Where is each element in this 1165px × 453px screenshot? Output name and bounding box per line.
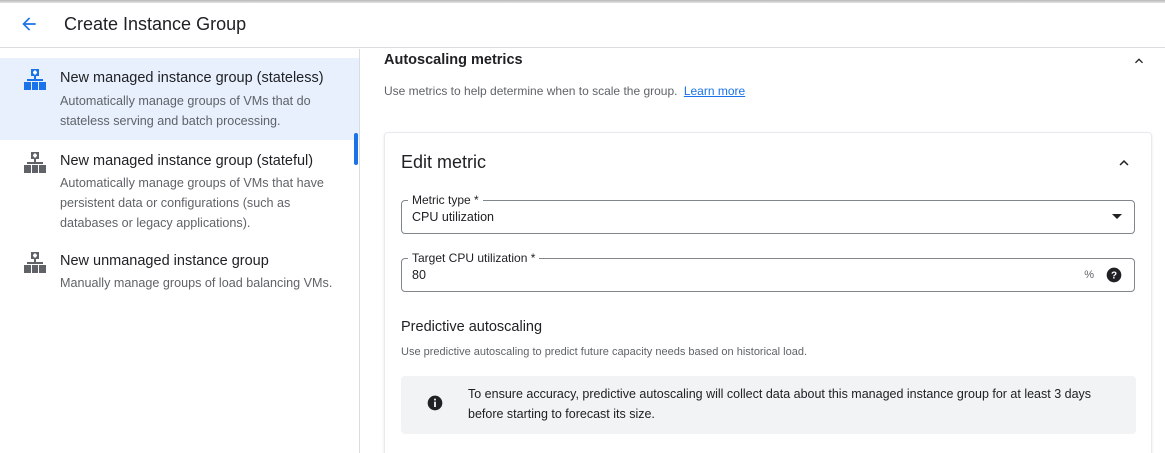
autoscaling-collapse-button[interactable]	[1128, 50, 1150, 72]
sidebar-item-stateful[interactable]: New managed instance group (stateful) Au…	[0, 140, 359, 240]
dropdown-arrow-icon	[1112, 214, 1122, 219]
predictive-autoscaling-description: Use predictive autoscaling to predict fu…	[401, 346, 808, 358]
sidebar-item-description: Automatically manage groups of VMs that …	[60, 94, 311, 128]
sidebar-item-stateless[interactable]: New managed instance group (stateless) A…	[0, 58, 359, 140]
edit-metric-collapse-button[interactable]	[1111, 150, 1137, 176]
percent-unit: %	[1084, 269, 1094, 281]
back-button[interactable]	[14, 9, 44, 39]
autoscaling-description: Use metrics to help determine when to sc…	[384, 84, 745, 98]
sidebar-scroll-indicator[interactable]	[354, 133, 358, 165]
predictive-info-text: To ensure accuracy, predictive autoscali…	[468, 387, 1092, 421]
info-icon	[427, 395, 443, 411]
edit-metric-title: Edit metric	[401, 152, 487, 172]
managed-group-icon	[24, 69, 46, 90]
autoscaling-description-text: Use metrics to help determine when to sc…	[384, 84, 678, 98]
target-cpu-value[interactable]: 80	[412, 268, 426, 282]
sidebar-item-description: Manually manage groups of load balancing…	[60, 276, 333, 290]
metric-type-label: Metric type *	[408, 193, 483, 207]
sidebar-item-title: New unmanaged instance group	[60, 253, 269, 269]
target-cpu-utilization-input[interactable]: Target CPU utilization * 80 % ?	[401, 251, 1135, 292]
page-header: Create Instance Group	[0, 3, 1165, 48]
autoscaling-metrics-title: Autoscaling metrics	[384, 52, 523, 68]
target-cpu-label: Target CPU utilization *	[408, 251, 540, 265]
sidebar-item-unmanaged[interactable]: New unmanaged instance group Manually ma…	[0, 240, 359, 320]
arrow-back-icon	[22, 17, 36, 31]
sidebar-item-description: Automatically manage groups of VMs that …	[60, 176, 324, 230]
learn-more-link[interactable]: Learn more	[684, 84, 745, 98]
metric-type-value: CPU utilization	[412, 210, 494, 224]
metric-type-select[interactable]: Metric type * CPU utilization	[401, 193, 1135, 234]
svg-text:?: ?	[1111, 270, 1117, 281]
predictive-info-banner: To ensure accuracy, predictive autoscali…	[401, 376, 1136, 434]
help-icon[interactable]: ?	[1106, 267, 1122, 283]
sidebar-item-title: New managed instance group (stateless)	[60, 70, 324, 86]
edit-metric-card: Edit metric Metric type * CPU utilizatio…	[384, 132, 1152, 453]
chevron-up-icon	[1119, 160, 1129, 166]
page-title: Create Instance Group	[64, 14, 247, 34]
managed-group-icon	[24, 152, 46, 173]
unmanaged-group-icon	[24, 252, 46, 273]
sidebar: New managed instance group (stateless) A…	[0, 49, 360, 453]
predictive-autoscaling-title: Predictive autoscaling	[401, 319, 543, 335]
sidebar-item-title: New managed instance group (stateful)	[60, 153, 314, 169]
chevron-up-icon	[1135, 58, 1143, 64]
